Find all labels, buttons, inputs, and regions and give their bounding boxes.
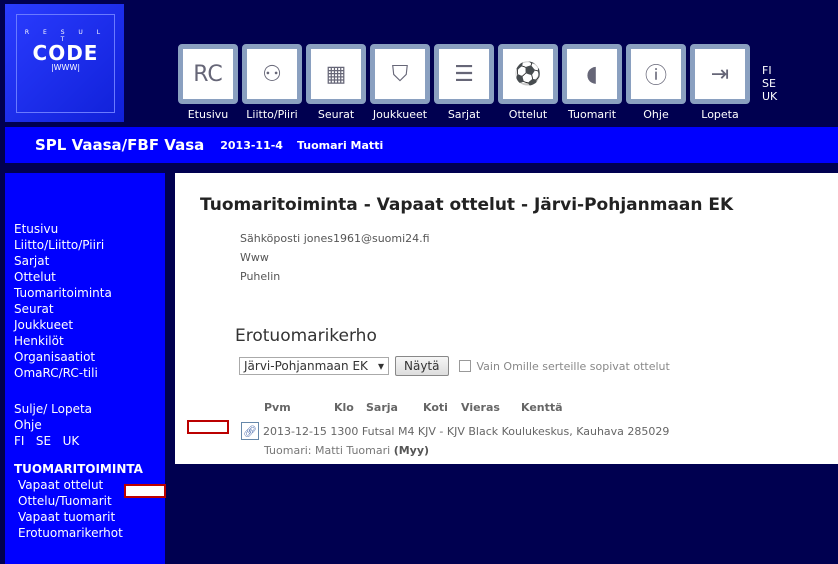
sidebar-item-joukkueet[interactable]: Joukkueet <box>14 317 165 333</box>
referee-label: Tuomari: Matti Tuomari <box>264 444 391 457</box>
main-content: Tuomaritoiminta - Vapaat ottelut - Järvi… <box>175 173 838 464</box>
sidebar-sub-erotuomarikerhot[interactable]: Erotuomarikerhot <box>14 525 165 541</box>
whistle-icon: ◖ <box>562 44 622 104</box>
show-button[interactable]: Näytä <box>395 356 449 376</box>
col-pvm: Pvm <box>264 401 291 414</box>
link-icon[interactable]: 🔗︎ <box>241 422 259 440</box>
sidebar-lang-se[interactable]: SE <box>36 434 51 448</box>
col-koti: Koti <box>423 401 448 414</box>
clubs-icon: ▦ <box>306 44 366 104</box>
nav-label: Etusivu <box>187 108 229 121</box>
referee-tag: (Myy) <box>393 444 430 457</box>
www-text: Www <box>240 251 269 264</box>
lang-se[interactable]: SE <box>762 77 777 90</box>
resultcode-icon: RC <box>178 44 238 104</box>
header-date: 2013-11-4 <box>220 138 283 152</box>
sidebar-lang-fi[interactable]: FI <box>14 434 24 448</box>
nav-sarjat[interactable]: ☰ Sarjat <box>434 44 494 121</box>
sidebar-item-ottelut[interactable]: Ottelut <box>14 269 165 285</box>
annotation-arrow-left-icon <box>124 484 166 498</box>
page-title: Tuomaritoiminta - Vapaat ottelut - Järvi… <box>200 195 734 215</box>
language-switcher: FI SE UK <box>762 64 777 103</box>
club-select[interactable]: Järvi-Pohjanmaan EK ▾ <box>239 357 389 375</box>
lang-uk[interactable]: UK <box>762 90 777 103</box>
exit-icon: ⇥ <box>690 44 750 104</box>
nav-label: Sarjat <box>447 108 481 121</box>
header-band: SPL Vaasa/FBF Vasa 2013-11-4 Tuomari Mat… <box>5 127 838 163</box>
info-icon: ⓘ <box>626 44 686 104</box>
phone-text: Puhelin <box>240 270 281 283</box>
nav-ohje[interactable]: ⓘ Ohje <box>626 44 686 121</box>
sidebar-item-organisaatiot[interactable]: Organisaatiot <box>14 349 165 365</box>
email-text: Sähköposti jones1961@suomi24.fi <box>240 232 430 245</box>
sidebar-item-sarjat[interactable]: Sarjat <box>14 253 165 269</box>
own-certs-checkbox[interactable] <box>458 360 471 372</box>
col-vieras: Vieras <box>461 401 500 414</box>
nav-label: Ottelut <box>508 108 548 121</box>
organization-title: SPL Vaasa/FBF Vasa <box>35 136 205 154</box>
series-icon: ☰ <box>434 44 494 104</box>
nav-tuomarit[interactable]: ◖ Tuomarit <box>562 44 622 121</box>
sidebar-item-ohje[interactable]: Ohje <box>14 417 165 433</box>
referee-line: Tuomari: Matti Tuomari (Myy) <box>264 444 429 457</box>
nav-lopeta[interactable]: ⇥ Lopeta <box>690 44 750 121</box>
nav-label: Joukkueet <box>372 108 428 121</box>
col-sarja: Sarja <box>366 401 398 414</box>
sidebar-sub-vapaat-tuomarit[interactable]: Vapaat tuomarit <box>14 509 165 525</box>
chevron-down-icon: ▾ <box>377 359 384 373</box>
nav-seurat[interactable]: ▦ Seurat <box>306 44 366 121</box>
nav-label: Lopeta <box>701 108 739 121</box>
sidebar-item-henkilot[interactable]: Henkilöt <box>14 333 165 349</box>
annotation-arrow-right-icon <box>187 420 229 434</box>
resultcode-logo[interactable]: R E S U L T CODE |WWW| <box>5 4 124 122</box>
own-certs-label: Vain Omille serteille sopivat ottelut <box>476 359 670 373</box>
club-info: Sähköposti jones1961@suomi24.fi Www Puhe… <box>240 229 430 286</box>
nav-joukkueet[interactable]: ⛉ Joukkueet <box>370 44 430 121</box>
network-icon: ⚇ <box>242 44 302 104</box>
logo-sub: |WWW| <box>50 63 81 72</box>
sidebar-item-tuomaritoiminta[interactable]: Tuomaritoiminta <box>14 285 165 301</box>
nav-label: Liitto/Piiri <box>246 108 298 121</box>
nav-liitto-piiri[interactable]: ⚇ Liitto/Piiri <box>242 44 302 121</box>
team-icon: ⛉ <box>370 44 430 104</box>
lang-fi[interactable]: FI <box>762 64 777 77</box>
filter-controls: Järvi-Pohjanmaan EK ▾ Näytä Vain Omille s… <box>239 356 670 376</box>
match-icon: ⚽ <box>498 44 558 104</box>
sidebar-lang-uk[interactable]: UK <box>63 434 80 448</box>
table-row: 🔗︎ 2013-12-15 1300 Futsal M4 KJV - KJV B… <box>241 422 669 440</box>
sidebar-item-seurat[interactable]: Seurat <box>14 301 165 317</box>
nav-ottelut[interactable]: ⚽ Ottelut <box>498 44 558 121</box>
nav-label: Ohje <box>643 108 669 121</box>
header-user: Tuomari Matti <box>296 138 384 152</box>
sidebar-item-etusivu[interactable]: Etusivu <box>14 221 165 237</box>
col-klo: Klo <box>334 401 354 414</box>
col-kentta: Kenttä <box>521 401 563 414</box>
sidebar-item-lopeta[interactable]: Sulje/ Lopeta <box>14 401 165 417</box>
sidebar-item-omarc[interactable]: OmaRC/RC-tili <box>14 365 165 381</box>
club-select-value: Järvi-Pohjanmaan EK <box>244 359 368 373</box>
sidebar: Etusivu Liitto/Liitto/Piiri Sarjat Ottel… <box>5 173 165 564</box>
nav-etusivu[interactable]: RC Etusivu <box>178 44 238 121</box>
match-row-text: 2013-12-15 1300 Futsal M4 KJV - KJV Blac… <box>263 424 670 438</box>
sidebar-section-title: TUOMARITOIMINTA <box>14 462 143 476</box>
nav-label: Tuomarit <box>567 108 617 121</box>
nav-label: Seurat <box>317 108 355 121</box>
section-heading: Erotuomarikerho <box>235 326 377 346</box>
logo-main: CODE <box>32 41 99 65</box>
sidebar-languages: FI SE UK <box>14 433 165 449</box>
sidebar-item-liitto[interactable]: Liitto/Liitto/Piiri <box>14 237 165 253</box>
top-navigation: RC Etusivu ⚇ Liitto/Piiri ▦ Seurat ⛉ Joukkueet ☰… <box>178 44 750 121</box>
